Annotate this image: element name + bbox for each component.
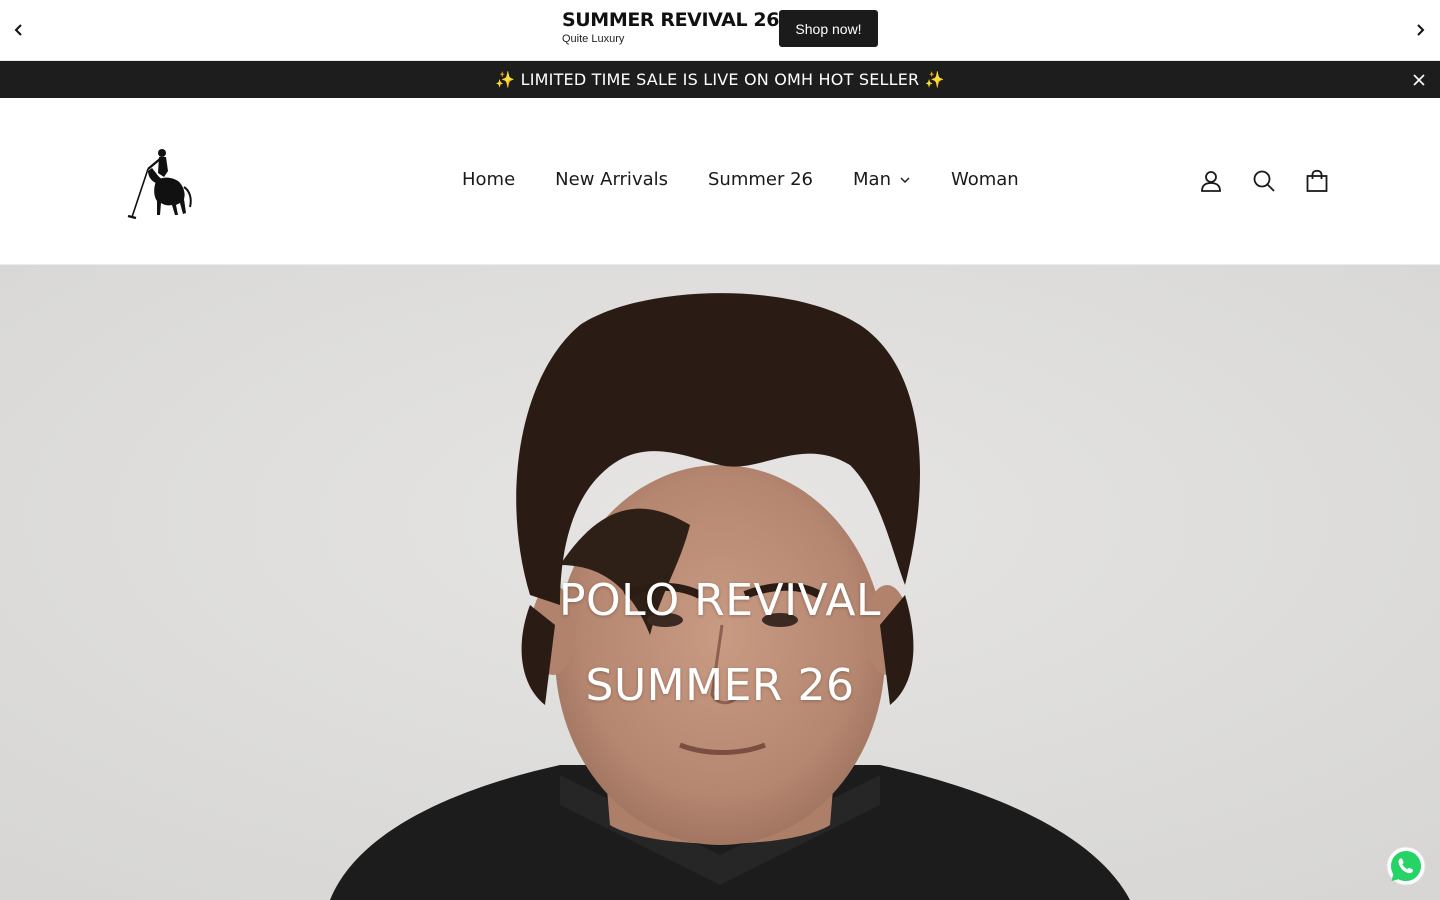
search-button[interactable]	[1251, 168, 1277, 194]
nav-item-summer-26[interactable]: Summer 26	[708, 169, 813, 190]
announcement-text[interactable]: ✨ LIMITED TIME SALE IS LIVE ON OMH HOT S…	[0, 70, 1440, 89]
nav-item-new-arrivals[interactable]: New Arrivals	[555, 169, 668, 190]
announcement-label: LIMITED TIME SALE IS LIVE ON OMH HOT SEL…	[515, 70, 925, 89]
header-icons	[1198, 168, 1330, 194]
nav-item-woman[interactable]: Woman	[951, 169, 1019, 190]
whatsapp-chat-button[interactable]	[1386, 846, 1426, 886]
nav-item-man[interactable]: Man	[853, 169, 911, 190]
promo-headline: SUMMER REVIVAL 26	[562, 9, 780, 31]
polo-rider-logo-graphic	[127, 149, 192, 220]
close-icon	[1413, 74, 1425, 86]
hero-title: POLO REVIVAL	[558, 575, 882, 626]
announcement-close-button[interactable]	[1411, 72, 1427, 88]
chevron-down-icon	[900, 177, 910, 183]
nav-item-home[interactable]: Home	[462, 169, 515, 190]
promo-next-button[interactable]	[1408, 18, 1432, 42]
whatsapp-icon	[1386, 846, 1426, 886]
site-header: Home New Arrivals Summer 26 Man Woman	[0, 98, 1440, 265]
promo-slider-bar: SUMMER REVIVAL 26 Quite Luxury Shop now!	[0, 0, 1440, 61]
chevron-left-icon	[14, 24, 22, 36]
nav-item-label: Woman	[950, 169, 1019, 190]
cart-icon	[1306, 169, 1328, 192]
main-navigation: Home New Arrivals Summer 26 Man Woman	[462, 169, 1019, 190]
nav-item-label: Man	[853, 169, 891, 190]
sparkle-icon: ✨	[495, 70, 516, 89]
polo-rider-logo[interactable]	[126, 143, 194, 220]
promo-prev-button[interactable]	[7, 18, 31, 42]
nav-item-label: Home	[462, 169, 516, 190]
shop-now-button[interactable]: Shop now!	[779, 10, 878, 47]
promo-subline: Quite Luxury	[562, 33, 625, 45]
nav-item-label: New Arrivals	[555, 169, 668, 190]
nav-item-label: Summer 26	[708, 169, 814, 190]
cart-button[interactable]	[1304, 168, 1330, 194]
chevron-right-icon	[1417, 24, 1425, 36]
account-icon	[1201, 171, 1221, 192]
hero-subtitle: SUMMER 26	[585, 660, 855, 711]
sparkle-icon: ✨	[924, 70, 945, 89]
announcement-bar: ✨ LIMITED TIME SALE IS LIVE ON OMH HOT S…	[0, 61, 1440, 98]
hero-banner[interactable]: POLO REVIVAL SUMMER 26	[0, 265, 1440, 900]
account-button[interactable]	[1198, 168, 1224, 194]
search-icon	[1253, 170, 1275, 192]
